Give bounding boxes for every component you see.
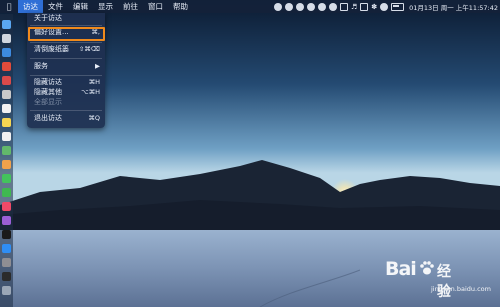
terminal-icon[interactable] — [2, 272, 11, 281]
menu-item-label: 关于访达 — [34, 14, 62, 22]
menu-separator — [30, 58, 102, 59]
clock[interactable]: 01月13日 周一 上午11:57:42 — [409, 2, 498, 12]
messages-icon[interactable] — [2, 174, 11, 183]
tv-icon[interactable] — [2, 230, 11, 239]
submenu-arrow-icon: ▶ — [95, 62, 100, 70]
menu-item-about[interactable]: 关于访达 — [27, 13, 105, 24]
menu-item-shortcut: ⇧⌘⌫ — [78, 45, 100, 53]
highlight-annotation-box — [28, 27, 105, 41]
music-icon[interactable]: ♬ — [351, 3, 357, 11]
mail-icon[interactable] — [2, 76, 11, 85]
bluetooth-icon[interactable]: ✽ — [371, 3, 377, 11]
reminders-icon[interactable] — [2, 132, 11, 141]
face-icon[interactable] — [284, 2, 293, 11]
menu-item-label: 全部显示 — [34, 98, 62, 106]
baidu-jingyan-watermark: Bai 经验 jingyan.baidu.com — [385, 258, 491, 300]
preferences-icon[interactable] — [2, 258, 11, 267]
launchpad-icon[interactable] — [2, 34, 11, 43]
chrome-icon[interactable] — [2, 62, 11, 71]
maps-icon[interactable] — [2, 146, 11, 155]
menu-separator — [30, 75, 102, 76]
menu-item-show-all: 全部显示 — [27, 97, 105, 108]
menu-item-shortcut: ⌘Q — [88, 114, 100, 122]
dock — [0, 14, 13, 307]
watermark-logo-text: Bai — [385, 258, 417, 280]
notes-icon[interactable] — [2, 118, 11, 127]
contacts-icon[interactable] — [2, 90, 11, 99]
trash-icon[interactable] — [2, 286, 11, 295]
menu-item-label: 服务 — [34, 62, 48, 70]
menu-item-services[interactable]: 服务 ▶ — [27, 61, 105, 72]
menu-item-quit[interactable]: 退出访达 ⌘Q — [27, 113, 105, 124]
display-icon[interactable] — [360, 2, 369, 11]
photos-icon[interactable] — [2, 160, 11, 169]
status-tray: ♬ ✽ 01月13日 周一 上午11:57:42 — [273, 0, 498, 13]
apple-icon[interactable]:  — [0, 2, 18, 11]
status-icon[interactable] — [273, 2, 282, 11]
menu-window[interactable]: 窗口 — [143, 0, 168, 13]
menu-bar:  访达 文件 编辑 显示 前往 窗口 帮助 ♬ ✽ 01月13日 周一 上午1… — [0, 0, 500, 13]
music-icon[interactable] — [2, 202, 11, 211]
menu-separator — [30, 42, 102, 43]
menu-view[interactable]: 显示 — [93, 0, 118, 13]
menu-help[interactable]: 帮助 — [168, 0, 193, 13]
menu-item-label: 清倒废纸篓 — [34, 45, 69, 53]
menu-edit[interactable]: 编辑 — [68, 0, 93, 13]
menu-finder[interactable]: 访达 — [18, 0, 43, 13]
calendar-icon[interactable] — [2, 104, 11, 113]
menu-item-empty-trash[interactable]: 清倒废纸篓 ⇧⌘⌫ — [27, 44, 105, 55]
safari-icon[interactable] — [2, 48, 11, 57]
finder-icon[interactable] — [2, 20, 11, 29]
menu-separator — [30, 25, 102, 26]
menu-item-label: 退出访达 — [34, 114, 62, 122]
qq-icon[interactable] — [317, 2, 326, 11]
watermark-suffix: 经验 — [437, 264, 451, 300]
menu-separator — [30, 110, 102, 111]
wechat-icon[interactable] — [328, 2, 337, 11]
battery-icon[interactable] — [391, 2, 405, 11]
menu-go[interactable]: 前往 — [118, 0, 143, 13]
appstore-icon[interactable] — [2, 244, 11, 253]
wifi-icon[interactable] — [380, 2, 389, 11]
clipboard-icon[interactable] — [339, 2, 348, 11]
paw-icon — [420, 261, 434, 275]
facetime-icon[interactable] — [2, 188, 11, 197]
timer-icon[interactable] — [306, 2, 315, 11]
watermark-url: jingyan.baidu.com — [431, 285, 491, 293]
menu-file[interactable]: 文件 — [43, 0, 68, 13]
podcasts-icon[interactable] — [2, 216, 11, 225]
download-icon[interactable] — [295, 2, 304, 11]
